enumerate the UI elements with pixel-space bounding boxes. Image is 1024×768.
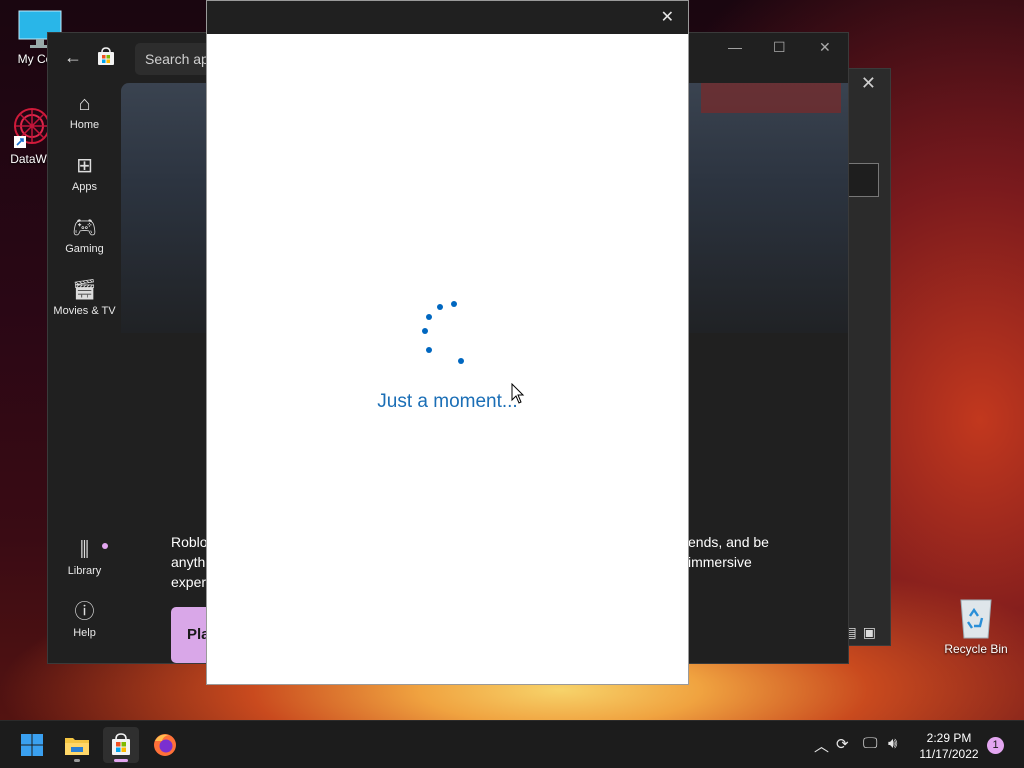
start-button[interactable]: [14, 727, 50, 763]
store-logo-icon: [98, 47, 114, 65]
gamepad-icon: 🎮︎: [71, 217, 98, 239]
volume-icon[interactable]: 🔊︎: [888, 735, 897, 752]
background-dialog-field[interactable]: [847, 163, 879, 197]
firefox-icon: [154, 734, 176, 756]
sidebar-item-gaming[interactable]: 🎮︎ Gaming: [48, 213, 121, 275]
store-icon: [112, 733, 130, 755]
sidebar-item-label: Movies & TV: [53, 305, 116, 317]
sidebar-item-label: Gaming: [65, 243, 104, 255]
store-sidebar-bottom: ⫼ Library ⓘ Help: [48, 535, 121, 659]
firefox-button[interactable]: [147, 727, 183, 763]
sidebar-item-home[interactable]: ⌂ Home: [48, 89, 121, 151]
update-badge: [102, 543, 108, 549]
loading-dialog: ✕ Just a moment...: [206, 0, 689, 685]
folder-icon: [65, 738, 89, 755]
view-mode-icons[interactable]: ▤▣: [844, 624, 882, 641]
store-taskbar-button[interactable]: [103, 727, 139, 763]
desktop-icon-recycle-bin[interactable]: Recycle Bin: [938, 596, 1014, 656]
close-icon[interactable]: ✕: [661, 7, 674, 27]
clapperboard-icon: 🎬︎: [71, 279, 98, 301]
sidebar-item-label: Apps: [71, 181, 98, 193]
clock-date: 11/17/2022: [919, 747, 979, 761]
sidebar-item-label: Home: [69, 119, 100, 131]
datawag-icon: [14, 108, 50, 148]
running-indicator: [74, 759, 80, 762]
app-description-right: ends, and be immersive: [688, 532, 848, 572]
maximize-icon[interactable]: ☐: [773, 39, 786, 56]
sidebar-item-apps[interactable]: ⊞ Apps: [48, 151, 121, 213]
sidebar-item-help[interactable]: ⓘ Help: [48, 597, 121, 659]
description-line: Roblo: [171, 534, 208, 550]
loading-message: Just a moment...: [377, 391, 518, 412]
description-line: anythi: [171, 554, 209, 570]
minimize-icon[interactable]: —: [728, 39, 742, 55]
sidebar-item-label: Library: [67, 565, 102, 577]
dialog-titlebar: ✕: [207, 1, 688, 34]
network-icon[interactable]: 🖵︎: [863, 735, 877, 752]
description-line: experi: [171, 574, 210, 590]
sync-icon[interactable]: ⟳: [836, 735, 849, 753]
sidebar-item-library[interactable]: ⫼ Library: [48, 535, 121, 597]
clock-time: 2:29 PM: [926, 731, 972, 745]
description-line: immersive: [688, 554, 752, 570]
running-indicator: [114, 759, 128, 762]
home-icon: ⌂: [78, 93, 91, 115]
windows-start-icon: [21, 734, 43, 756]
loading-spinner-icon: [412, 296, 472, 368]
close-icon[interactable]: ✕: [861, 73, 876, 94]
close-icon[interactable]: ✕: [819, 39, 831, 56]
store-sidebar: ⌂ Home ⊞ Apps 🎮︎ Gaming 🎬︎ Movies & TV: [48, 89, 121, 337]
sidebar-item-label: Help: [73, 627, 96, 639]
chevron-up-icon[interactable]: ︿: [814, 735, 829, 756]
library-icon: ⫼: [79, 539, 90, 561]
mouse-cursor-icon: [511, 383, 525, 404]
description-line: ends, and be: [688, 534, 769, 550]
back-arrow-icon[interactable]: ←: [64, 47, 82, 68]
help-icon: ⓘ: [74, 601, 95, 623]
app-description-left: Roblo anythi experi: [171, 532, 211, 592]
desktop-icon-label: Recycle Bin: [944, 642, 1008, 656]
sidebar-item-movies-tv[interactable]: 🎬︎ Movies & TV: [48, 275, 121, 337]
file-explorer-button[interactable]: [59, 727, 95, 763]
apps-icon: ⊞: [76, 155, 93, 177]
taskbar: ︿ ⟳ 🖵︎ 🔊︎ 2:29 PM 11/17/2022 1: [0, 720, 1024, 768]
system-clock[interactable]: 2:29 PM 11/17/2022: [913, 730, 985, 762]
recycle-bin-icon: [960, 599, 992, 639]
notification-badge[interactable]: 1: [987, 737, 1004, 754]
